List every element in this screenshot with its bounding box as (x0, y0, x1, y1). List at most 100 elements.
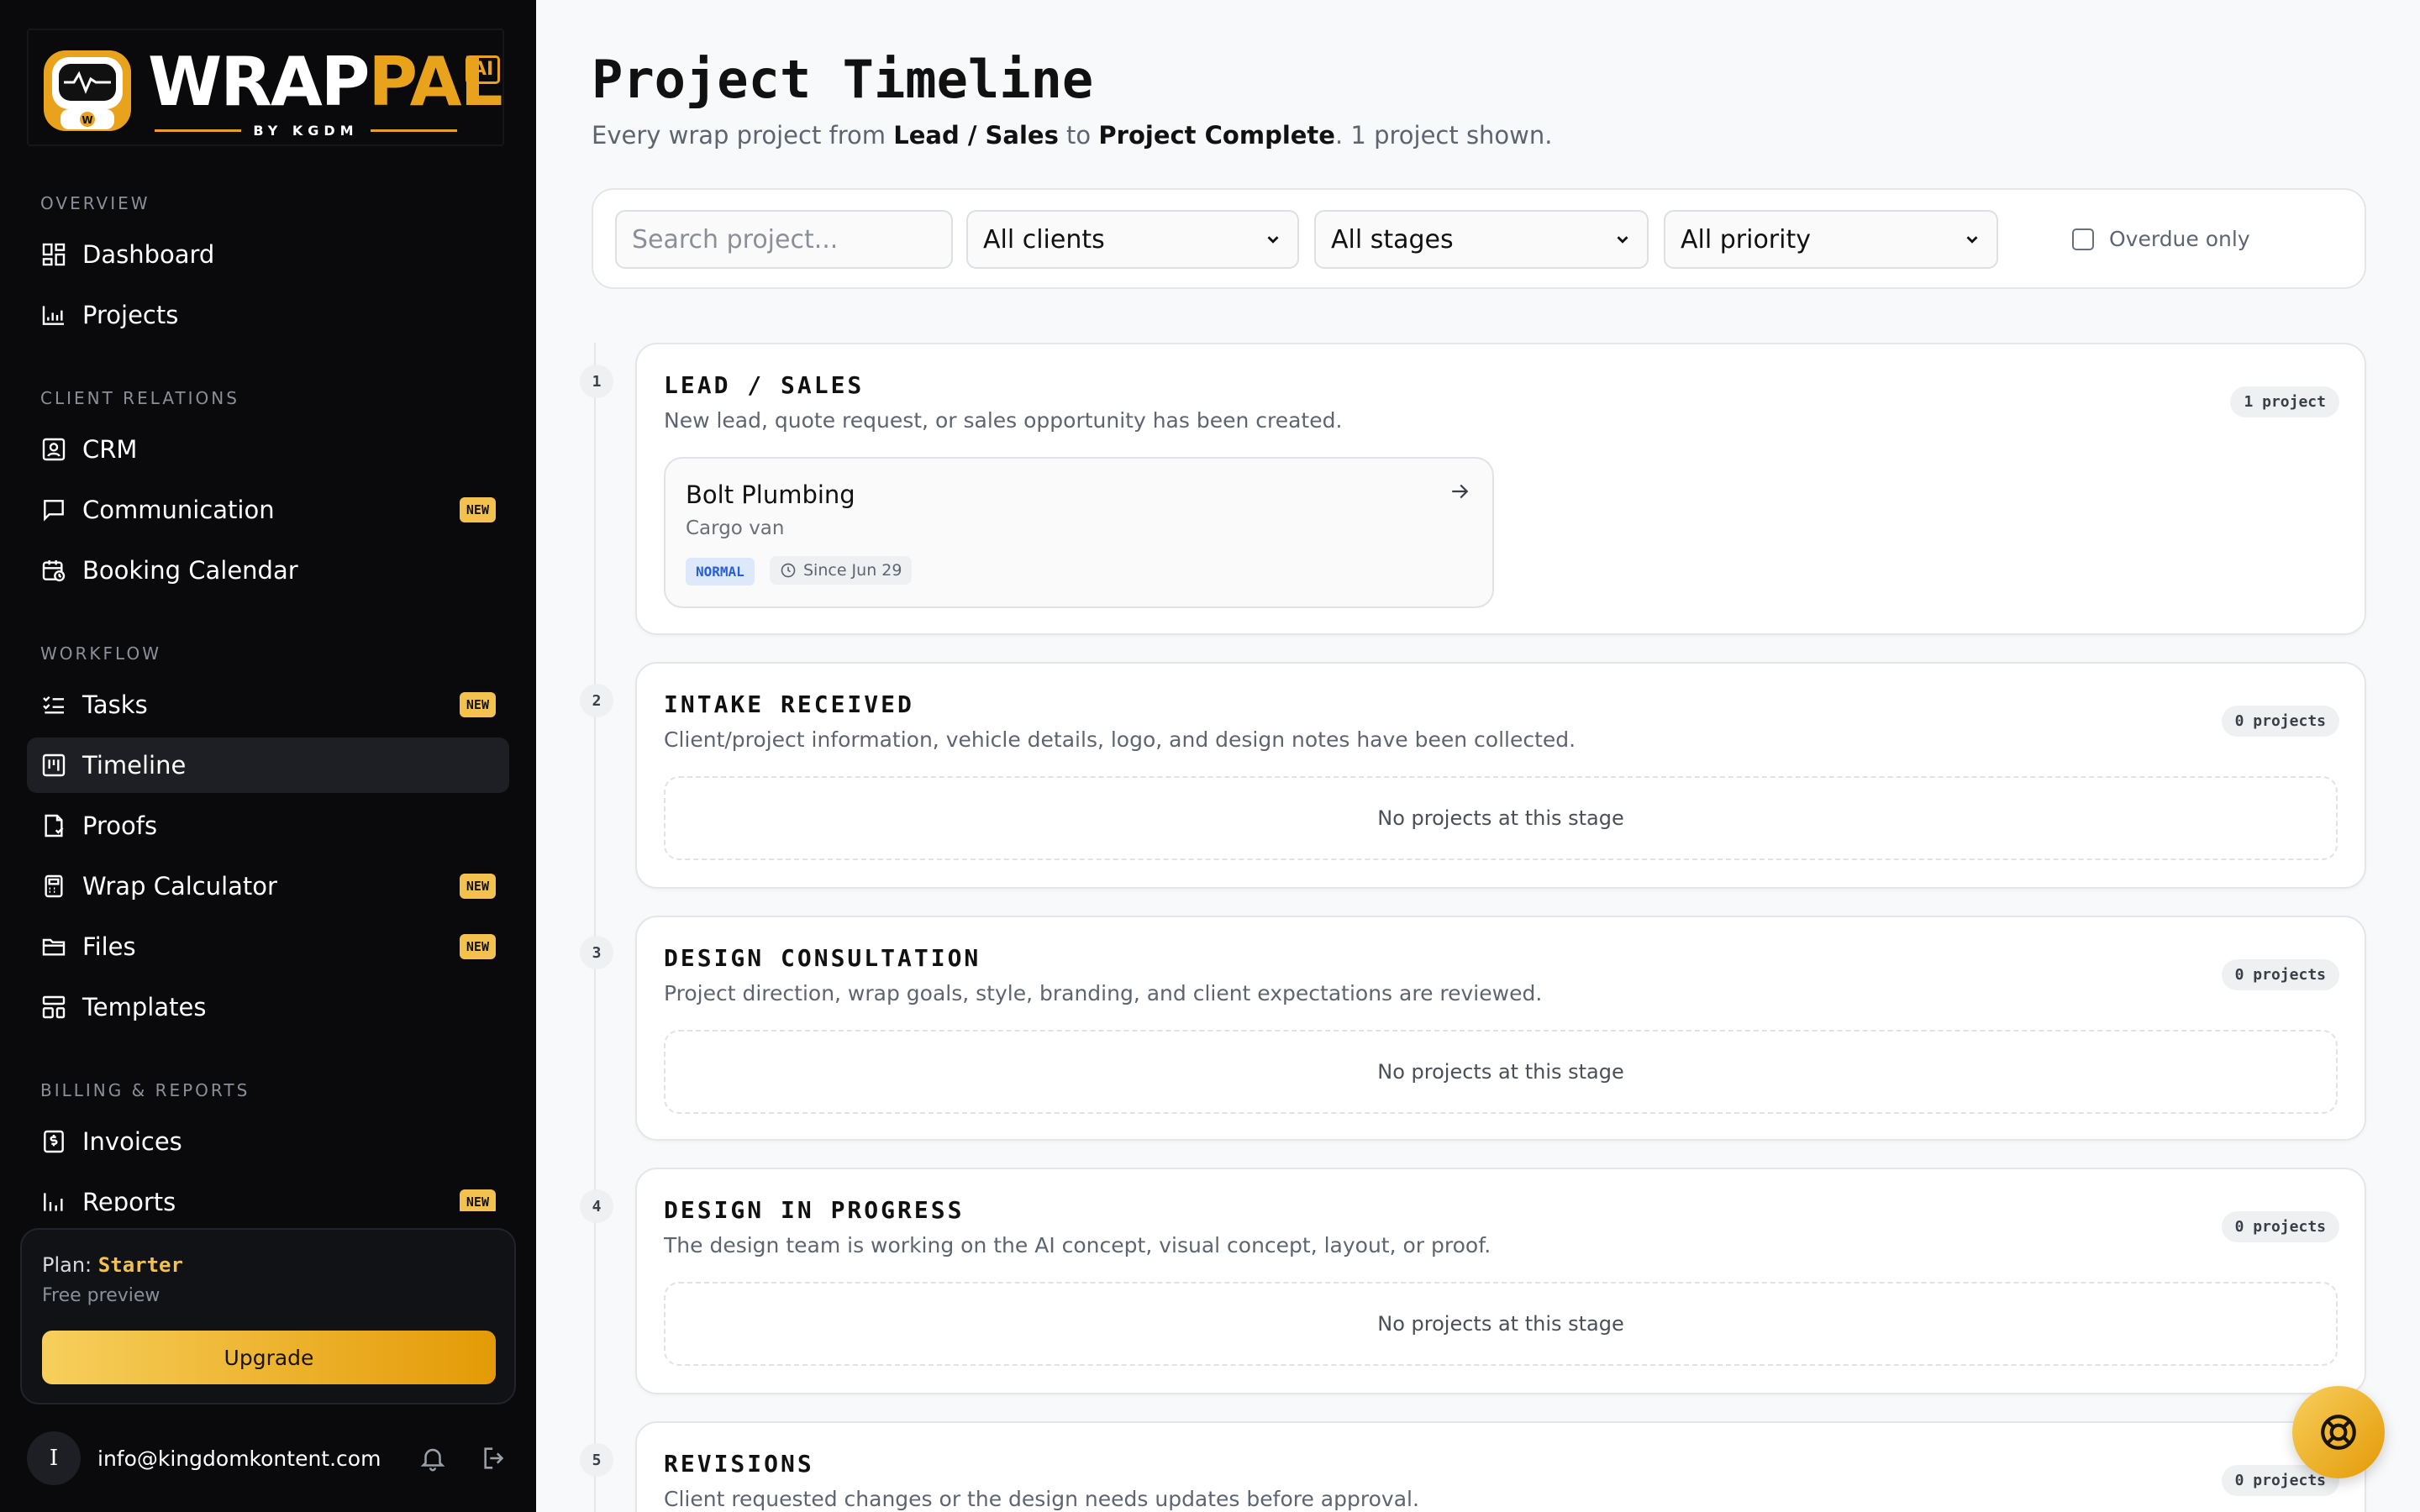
sidebar-item-reports[interactable]: Reports NEW (27, 1174, 509, 1211)
stage-count-badge: 0 projects (2221, 706, 2339, 737)
sidebar-item-label: Communication (82, 496, 275, 524)
sidebar-item-files[interactable]: Files NEW (27, 919, 509, 974)
astronaut-mascot-icon: W (44, 50, 131, 131)
stage-count-badge: 0 projects (2221, 1211, 2339, 1242)
logo-wordmark: WRAPPAL (148, 43, 503, 121)
help-button[interactable] (2292, 1386, 2385, 1478)
sidebar-item-dashboard[interactable]: Dashboard (27, 227, 509, 282)
timeline-icon (42, 753, 66, 777)
sidebar-item-label: CRM (82, 435, 138, 464)
stage-number: 2 (580, 684, 613, 717)
empty-stage-message: No projects at this stage (664, 1030, 2338, 1114)
chevron-down-icon (1617, 236, 1628, 244)
sidebar-item-tasks[interactable]: Tasks NEW (27, 677, 509, 732)
sidebar-item-communication[interactable]: Communication NEW (27, 482, 509, 538)
logout-icon[interactable] (481, 1444, 509, 1473)
stage-design-consultation: DESIGN CONSULTATION Project direction, w… (635, 916, 2366, 1141)
sidebar-item-label: Wrap Calculator (82, 872, 277, 900)
plan-label: Plan: Starter (42, 1253, 183, 1277)
logo-byline: BY KGDM (155, 123, 457, 139)
page-title: Project Timeline (592, 49, 1094, 110)
user-email: info@kingdomkontent.com (97, 1446, 381, 1471)
stage-number: 5 (580, 1443, 613, 1477)
filter-bar: Search project... All clients All stages… (592, 188, 2366, 289)
empty-stage-message: No projects at this stage (664, 1282, 2338, 1366)
sidebar: W WRAPPAL AI BY KGDM OVERVIEW Dashboard … (0, 0, 536, 1512)
search-input[interactable]: Search project... (615, 210, 953, 269)
project-vehicle: Cargo van (686, 517, 785, 539)
section-billing-reports: BILLING & REPORTS (40, 1080, 250, 1100)
sidebar-item-invoices[interactable]: Invoices (27, 1114, 509, 1169)
dashboard-icon (42, 243, 66, 266)
sidebar-item-proofs[interactable]: Proofs (27, 798, 509, 853)
plan-card: Plan: Starter Free preview Upgrade (20, 1228, 516, 1404)
priority-badge: NORMAL (686, 558, 755, 585)
sidebar-item-timeline[interactable]: Timeline (27, 738, 509, 793)
overdue-checkbox[interactable] (2072, 228, 2094, 250)
wrappal-logo[interactable]: W WRAPPAL AI BY KGDM (27, 29, 504, 146)
new-badge: NEW (459, 692, 496, 717)
avatar[interactable]: I (27, 1431, 81, 1485)
new-badge: NEW (459, 934, 496, 959)
stage-description: The design team is working on the AI con… (664, 1233, 1491, 1257)
page-subtitle: Every wrap project from Lead / Sales to … (592, 121, 1553, 150)
sidebar-item-label: Proofs (82, 811, 158, 840)
sidebar-item-label: Reports (82, 1188, 176, 1211)
stage-title: DESIGN CONSULTATION (664, 944, 981, 972)
chevron-down-icon (1267, 236, 1279, 244)
logo-ai-tag: AI (466, 55, 501, 84)
stage-description: Client requested changes or the design n… (664, 1487, 1419, 1511)
sidebar-item-templates[interactable]: Templates (27, 979, 509, 1035)
section-client-relations: CLIENT RELATIONS (40, 388, 239, 408)
main-content: Project Timeline Every wrap project from… (536, 0, 2420, 1512)
chevron-down-icon (1966, 236, 1978, 244)
stage-number: 3 (580, 936, 613, 969)
stage-description: Client/project information, vehicle deta… (664, 727, 1576, 752)
tasks-icon (43, 696, 64, 714)
projects-icon (42, 306, 64, 325)
bell-icon[interactable] (418, 1444, 447, 1473)
sidebar-item-wrap-calculator[interactable]: Wrap Calculator NEW (27, 858, 509, 914)
folder-icon (42, 938, 66, 956)
new-badge: NEW (459, 497, 496, 522)
timeline-line (594, 343, 596, 1512)
calculator-icon (45, 874, 63, 898)
stage-filter-select[interactable]: All stages (1314, 210, 1649, 269)
user-row: I info@kingdomkontent.com (27, 1431, 509, 1485)
sidebar-item-booking-calendar[interactable]: Booking Calendar (27, 543, 509, 598)
priority-filter-select[interactable]: All priority (1664, 210, 1998, 269)
sidebar-item-crm[interactable]: CRM (27, 422, 509, 477)
project-card[interactable]: Bolt Plumbing Cargo van NORMAL Since Jun… (664, 457, 1494, 608)
sidebar-item-projects[interactable]: Projects (27, 287, 509, 343)
stage-number: 1 (580, 365, 613, 398)
since-badge: Since Jun 29 (770, 556, 913, 585)
templates-icon (42, 995, 66, 1019)
stage-design-in-progress: DESIGN IN PROGRESS The design team is wo… (635, 1168, 2366, 1394)
stage-title: REVISIONS (664, 1450, 814, 1478)
stage-count-badge: 1 project (2230, 386, 2339, 417)
sidebar-item-label: Booking Calendar (82, 556, 298, 585)
lifebuoy-icon (2321, 1415, 2356, 1450)
stage-count-badge: 0 projects (2221, 959, 2339, 990)
stage-title: LEAD / SALES (664, 371, 865, 399)
stage-title: INTAKE RECEIVED (664, 690, 914, 718)
empty-stage-message: No projects at this stage (664, 776, 2338, 860)
stage-intake-received: INTAKE RECEIVED Client/project informati… (635, 662, 2366, 889)
new-badge: NEW (459, 874, 496, 899)
arrow-right-icon[interactable] (1447, 479, 1472, 504)
sidebar-item-label: Templates (82, 993, 207, 1021)
stage-revisions: REVISIONS Client requested changes or th… (635, 1421, 2366, 1512)
chat-icon (44, 500, 64, 522)
overdue-only-toggle[interactable]: Overdue only (2072, 227, 2250, 251)
stage-title: DESIGN IN PROGRESS (664, 1196, 965, 1224)
invoice-icon (44, 1130, 64, 1153)
sidebar-item-label: Dashboard (82, 240, 215, 269)
sidebar-item-label: Projects (82, 301, 179, 329)
stage-description: New lead, quote request, or sales opport… (664, 408, 1343, 433)
calendar-icon (42, 560, 66, 582)
clock-icon (781, 563, 796, 578)
upgrade-button[interactable]: Upgrade (42, 1331, 496, 1384)
client-filter-select[interactable]: All clients (966, 210, 1299, 269)
sidebar-item-label: Invoices (82, 1127, 182, 1156)
stage-lead-sales: LEAD / SALES New lead, quote request, or… (635, 343, 2366, 635)
